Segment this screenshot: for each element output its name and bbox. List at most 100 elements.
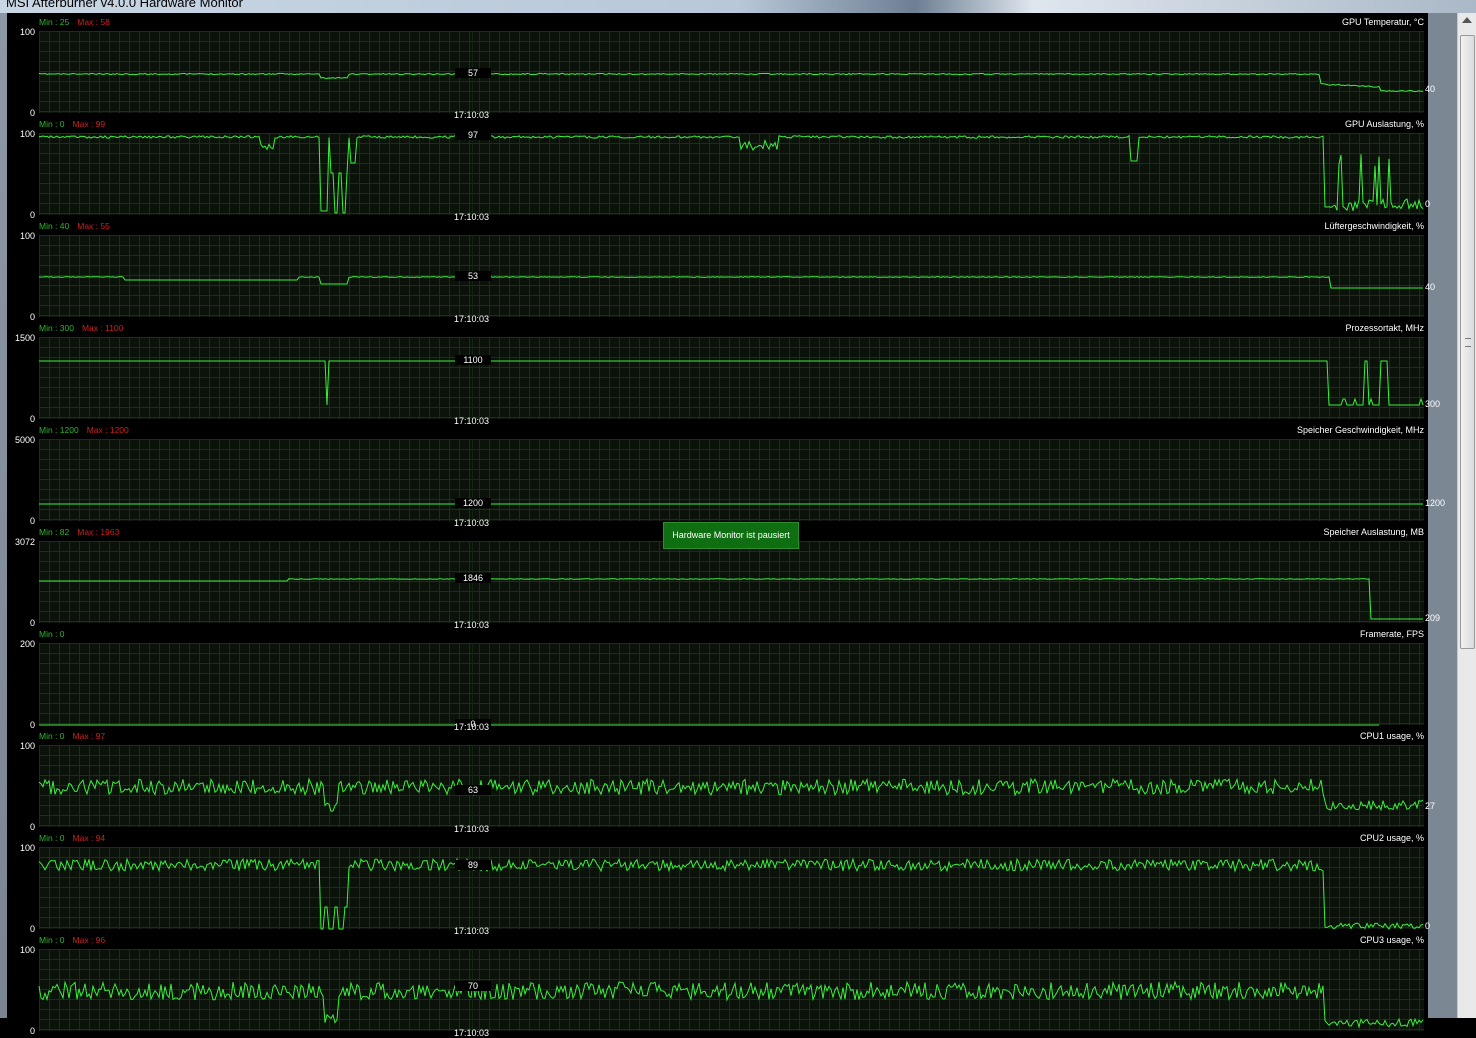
graph-title: CPU2 usage, % <box>1359 833 1424 843</box>
graph-plot-area[interactable]: 1100 300 <box>39 337 1440 419</box>
graph-title: CPU3 usage, % <box>1359 935 1424 945</box>
max-value: Max : 1200 <box>86 425 129 435</box>
graph-title: CPU1 usage, % <box>1359 731 1424 741</box>
graph-trace-line <box>38 980 1424 1029</box>
graph-svg <box>38 134 1424 214</box>
graph-plot-area[interactable]: 57 40 <box>38 31 1435 113</box>
y-axis-max-label: 100 <box>19 741 35 751</box>
y-axis-max-label: 100 <box>19 27 35 37</box>
graph-trace-line <box>38 276 1423 289</box>
graph-panel-cpu2-usage[interactable]: Min : 0 Max : 94 CPU2 usage, % 100 0 89 0 17:10… <box>7 831 1430 936</box>
max-value: Max : 1963 <box>77 527 120 537</box>
cursor-value-label: 1846 <box>455 573 491 584</box>
graph-panel-prozessortakt-mhz[interactable]: Min : 300 Max : 1100 Prozessortakt, MHz 150… <box>7 321 1440 426</box>
cursor-value-label: 53 <box>455 271 491 282</box>
min-value: Min : 0 <box>39 629 65 639</box>
graph-title: GPU Temperatur, °C <box>1342 17 1424 27</box>
graph-svg <box>39 724 1379 726</box>
graph-panel-speicher-geschwindigkeit-mhz[interactable]: Min : 1200 Max : 1200 Speicher Geschwindig… <box>7 423 1445 528</box>
graph-plot-area[interactable]: 97 0 <box>38 130 1430 215</box>
min-value: Min : 300 <box>39 323 74 333</box>
y-axis-max-label: 100 <box>19 843 35 853</box>
y-axis-min-label: 0 <box>29 1026 35 1036</box>
current-value-label: 0 <box>1425 199 1431 210</box>
graph-plot-area[interactable]: 0 <box>39 643 1424 729</box>
graph-trace-line <box>39 360 1424 406</box>
graph-svg <box>38 777 1424 812</box>
y-axis-max-label: 1500 <box>14 333 35 343</box>
time-cursor-line <box>472 133 473 215</box>
max-value: Max : 94 <box>72 833 106 843</box>
window-titlebar[interactable]: MSI Afterburner v4.0.0 Hardware Monitor <box>0 0 1476 13</box>
graph-plot-area[interactable]: 53 40 <box>38 235 1435 317</box>
y-axis-max-label: 100 <box>19 945 35 955</box>
min-max-label: Min : 1200 Max : 1200 <box>39 425 129 435</box>
max-value: Max : 99 <box>72 119 106 129</box>
hardware-monitor-graphs[interactable]: Min : 25 Max : 58 GPU Temperatur, °C 100 0 57… <box>7 13 1445 1038</box>
cursor-value-label: 63 <box>455 785 491 796</box>
min-value: Min : 40 <box>39 221 70 231</box>
current-value-label: 300 <box>1425 399 1441 409</box>
min-max-label: Min : 82 Max : 1963 <box>39 527 119 537</box>
graph-panel-framerate-fps[interactable]: Min : 0 Framerate, FPS 200 0 0 17:10:03 <box>7 627 1428 732</box>
time-cursor-line <box>472 847 473 929</box>
window-frame-left <box>0 13 7 1018</box>
graph-plot-area[interactable]: 1846 209 <box>39 541 1440 623</box>
y-axis-max-label: 3072 <box>14 537 35 547</box>
current-value-label: 40 <box>1425 282 1436 292</box>
vertical-scrollbar[interactable] <box>1457 13 1476 1018</box>
graph-plot-area[interactable]: 89 0 <box>38 847 1430 931</box>
paused-overlay: Hardware Monitor ist pausiert <box>663 522 799 549</box>
cursor-value-label: 89 <box>455 860 491 871</box>
graph-trace-line <box>38 72 1423 93</box>
graph-title: Speicher Geschwindigkeit, MHz <box>1296 425 1424 435</box>
scroll-up-arrow-icon[interactable] <box>1462 17 1472 23</box>
window-title: MSI Afterburner v4.0.0 Hardware Monitor <box>6 0 243 10</box>
min-value: Min : 1200 <box>39 425 79 435</box>
graph-panel-cpu1-usage[interactable]: Min : 0 Max : 97 CPU1 usage, % 100 0 63 27 17:1… <box>7 729 1435 834</box>
current-value-label: 0 <box>1425 920 1431 931</box>
max-value: Max : 58 <box>77 17 110 27</box>
graph-plot-area[interactable]: 63 27 <box>38 745 1435 827</box>
max-value: Max : 97 <box>72 731 106 741</box>
min-value: Min : 0 <box>39 119 65 129</box>
min-max-label: Min : 40 Max : 55 <box>39 221 110 231</box>
scrollbar-grip-icon <box>1465 338 1471 347</box>
graph-svg <box>38 276 1423 289</box>
graph-svg <box>39 503 1423 505</box>
graph-plot-area[interactable]: 70 <box>38 949 1424 1031</box>
graph-trace-line <box>38 134 1424 214</box>
graph-svg <box>39 360 1424 406</box>
graph-title: Prozessortakt, MHz <box>1345 323 1424 333</box>
min-max-label: Min : 0 Max : 94 <box>39 833 105 843</box>
min-value: Min : 0 <box>39 833 65 843</box>
graph-panel-cpu3-usage[interactable]: Min : 0 Max : 96 CPU3 usage, % 100 0 70 17:10:… <box>7 933 1428 1038</box>
graph-svg <box>39 578 1423 620</box>
cursor-timestamp: 17:10:03 <box>454 1028 490 1038</box>
graph-svg <box>38 857 1424 930</box>
time-cursor-line <box>472 337 473 419</box>
max-value: Max : 1100 <box>81 323 124 333</box>
current-value-label: 40 <box>1425 84 1436 95</box>
graph-title: GPU Auslastung, % <box>1344 119 1424 129</box>
graph-svg <box>38 980 1424 1029</box>
graph-panel-lüftergeschwindigkeit[interactable]: Min : 40 Max : 55 Lüftergeschwindigkeit, %… <box>7 219 1435 324</box>
max-value: Max : 55 <box>77 221 110 231</box>
cursor-value-label: 57 <box>455 68 491 79</box>
min-value: Min : 82 <box>39 527 70 537</box>
max-value: Max : 96 <box>72 935 106 945</box>
time-cursor-line <box>472 643 473 725</box>
min-max-label: Min : 300 Max : 1100 <box>39 323 123 333</box>
min-max-label: Min : 0 <box>39 629 65 639</box>
graph-plot-area[interactable]: 1200 1200 <box>39 439 1445 521</box>
graph-trace-line <box>38 777 1424 812</box>
min-value: Min : 0 <box>39 731 65 741</box>
graph-svg <box>38 72 1423 93</box>
graph-title: Framerate, FPS <box>1359 629 1424 639</box>
graph-panel-gpu-temperatur-c[interactable]: Min : 25 Max : 58 GPU Temperatur, °C 100 0 57… <box>7 15 1435 120</box>
min-value: Min : 25 <box>39 17 70 27</box>
current-value-label: 1200 <box>1425 498 1446 508</box>
scrollbar-thumb[interactable] <box>1460 35 1475 649</box>
graph-panel-gpu-auslastung[interactable]: Min : 0 Max : 99 GPU Auslastung, % 100 0 97 0 1… <box>7 117 1430 222</box>
y-axis-max-label: 100 <box>19 129 35 139</box>
